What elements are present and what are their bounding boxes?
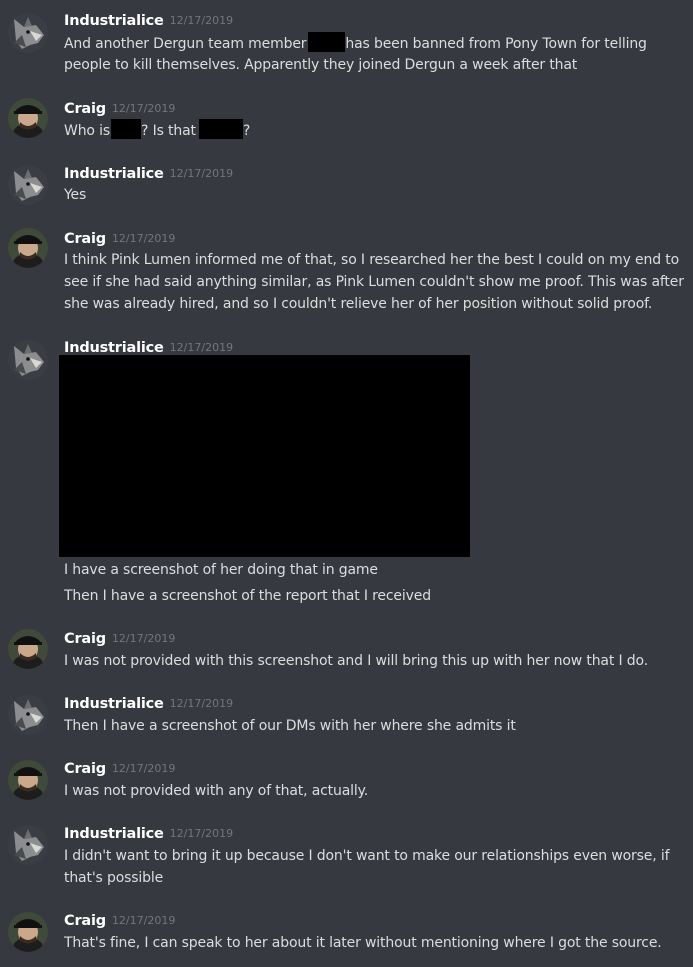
message-line: Yes xyxy=(64,184,684,206)
message-line: Who is ? Is that? xyxy=(64,119,684,141)
person-avatar-icon xyxy=(8,629,48,669)
message-line: I was not provided with any of that, act… xyxy=(64,780,684,802)
message-line: Then I have a screenshot of the report t… xyxy=(64,585,684,607)
timestamp: 12/17/2019 xyxy=(111,102,176,115)
message-text: I was not provided with this screenshot … xyxy=(64,653,648,669)
message-content: I think Pink Lumen informed me of that, … xyxy=(64,249,684,315)
redaction-box xyxy=(308,32,346,52)
message-line: That's fine, I can speak to her about it… xyxy=(64,932,684,954)
message-text: see if she had said anything similar, as… xyxy=(64,274,684,290)
message-line: Then I have a screenshot of our DMs with… xyxy=(64,715,684,737)
message-line: see if she had said anything similar, as… xyxy=(64,271,684,293)
wolf-avatar-icon xyxy=(8,825,48,865)
message-header: Craig 12/17/2019 xyxy=(64,228,175,250)
message-header: Craig 12/17/2019 xyxy=(64,98,175,120)
username[interactable]: Industrialice xyxy=(64,696,164,712)
message-text: Then I have a screenshot of the report t… xyxy=(64,588,431,604)
wolf-avatar-icon xyxy=(8,340,48,380)
message-line: that's possible xyxy=(64,867,684,889)
message-header: Craig 12/17/2019 xyxy=(64,628,175,650)
username[interactable]: Craig xyxy=(64,913,106,929)
message-line: I was not provided with this screenshot … xyxy=(64,650,684,672)
person-avatar-icon xyxy=(8,228,48,268)
wolf-avatar-icon xyxy=(8,13,48,53)
message-text: Who is xyxy=(64,123,111,139)
message-line: she was already hired, and so I couldn't… xyxy=(64,293,684,315)
message-content: Yes xyxy=(64,184,684,206)
timestamp: 12/17/2019 xyxy=(111,232,176,245)
message-content: I didn't want to bring it up because I d… xyxy=(64,845,684,889)
message-header: Craig 12/17/2019 xyxy=(64,758,175,780)
person-avatar-icon xyxy=(8,98,48,138)
message-content: I was not provided with any of that, act… xyxy=(64,780,684,802)
timestamp: 12/17/2019 xyxy=(169,14,234,27)
message-line: I think Pink Lumen informed me of that, … xyxy=(64,249,684,271)
message-header: Industrialice 12/17/2019 xyxy=(64,10,233,32)
timestamp: 12/17/2019 xyxy=(169,697,234,710)
message-text: she was already hired, and so I couldn't… xyxy=(64,296,653,312)
message-content: Then I have a screenshot of our DMs with… xyxy=(64,715,684,737)
message-text: And another Dergun team member xyxy=(64,36,307,52)
avatar-craig[interactable] xyxy=(8,912,48,952)
username[interactable]: Craig xyxy=(64,231,106,247)
message-text: that's possible xyxy=(64,870,164,886)
avatar-industrialice[interactable] xyxy=(8,340,48,380)
message-line: people to kill themselves. Apparently th… xyxy=(64,54,684,76)
username[interactable]: Industrialice xyxy=(64,340,164,356)
redaction-box xyxy=(111,119,142,139)
avatar-craig[interactable] xyxy=(8,629,48,669)
message-line: I have a screenshot of her doing that in… xyxy=(64,559,684,581)
timestamp: 12/17/2019 xyxy=(111,914,176,927)
message-text: I think Pink Lumen informed me of that, … xyxy=(64,252,680,268)
message-text: I have a screenshot of her doing that in… xyxy=(64,562,378,578)
message-text: Then I have a screenshot of our DMs with… xyxy=(64,718,516,734)
message-content: I have a screenshot of her doing that in… xyxy=(64,559,684,607)
message-content: I was not provided with this screenshot … xyxy=(64,650,684,672)
person-avatar-icon xyxy=(8,912,48,952)
timestamp: 12/17/2019 xyxy=(169,167,234,180)
message-text: That's fine, I can speak to her about it… xyxy=(64,935,662,951)
avatar-industrialice[interactable] xyxy=(8,165,48,205)
wolf-avatar-icon xyxy=(8,695,48,735)
message-text: people to kill themselves. Apparently th… xyxy=(64,57,578,73)
avatar-industrialice[interactable] xyxy=(8,695,48,735)
redacted-image-attachment[interactable] xyxy=(59,355,470,557)
avatar-craig[interactable] xyxy=(8,228,48,268)
username[interactable]: Industrialice xyxy=(64,13,164,29)
message-header: Craig 12/17/2019 xyxy=(64,910,175,932)
timestamp: 12/17/2019 xyxy=(111,762,176,775)
redaction-box xyxy=(198,119,243,139)
message-line: I didn't want to bring it up because I d… xyxy=(64,845,684,867)
timestamp: 12/17/2019 xyxy=(169,827,234,840)
message-content: Who is ? Is that? xyxy=(64,119,684,141)
message-content: That's fine, I can speak to her about it… xyxy=(64,932,684,954)
message-header: Industrialice 12/17/2019 xyxy=(64,163,233,185)
message-text: has been banned from Pony Town for telli… xyxy=(345,36,647,52)
username[interactable]: Craig xyxy=(64,101,106,117)
person-avatar-icon xyxy=(8,760,48,800)
message-text: Yes xyxy=(64,187,87,203)
message-text: I didn't want to bring it up because I d… xyxy=(64,848,670,864)
timestamp: 12/17/2019 xyxy=(169,341,234,354)
avatar-industrialice[interactable] xyxy=(8,13,48,53)
username[interactable]: Craig xyxy=(64,631,106,647)
message-text: I was not provided with any of that, act… xyxy=(64,783,369,799)
avatar-industrialice[interactable] xyxy=(8,825,48,865)
message-content: And another Dergun team member has been b… xyxy=(64,32,684,76)
message-line: And another Dergun team member has been b… xyxy=(64,32,684,54)
username[interactable]: Industrialice xyxy=(64,166,164,182)
message-text: ? xyxy=(242,123,251,139)
message-header: Industrialice 12/17/2019 xyxy=(64,823,233,845)
wolf-avatar-icon xyxy=(8,165,48,205)
timestamp: 12/17/2019 xyxy=(111,632,176,645)
avatar-craig[interactable] xyxy=(8,760,48,800)
username[interactable]: Industrialice xyxy=(64,826,164,842)
message-text: ? Is that xyxy=(141,123,196,139)
username[interactable]: Craig xyxy=(64,761,106,777)
avatar-craig[interactable] xyxy=(8,98,48,138)
message-header: Industrialice 12/17/2019 xyxy=(64,693,233,715)
